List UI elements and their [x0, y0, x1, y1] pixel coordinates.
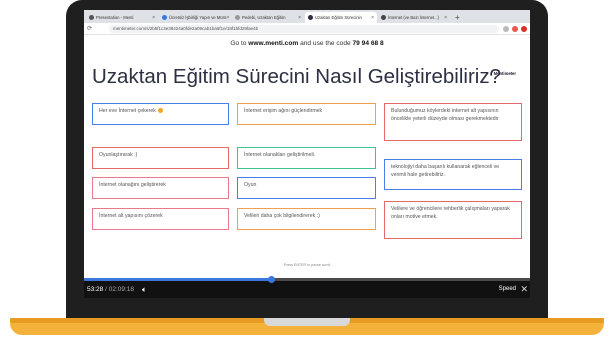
answer-card: Her eve İnternet çekerek — [92, 103, 229, 125]
answer-text: İnternet erişim ağını güçlendirmek — [244, 108, 323, 114]
extension-icon[interactable] — [512, 25, 518, 32]
speaker-icon[interactable]: 🔈︎ — [142, 285, 147, 295]
answer-card: Velilere ve öğrencilere rehberlik çalışm… — [384, 201, 522, 239]
tab-title: Pedebi, Uzaktan Eğitim — [242, 15, 286, 20]
browser-tab[interactable]: Pedebi, Uzaktan Eğitim × — [232, 12, 304, 23]
address-bar: ⟳ mentimeter.com/s/2b5f1c3e38424a0fde2a0… — [84, 23, 530, 35]
close-icon[interactable]: ✕ — [520, 284, 528, 295]
close-icon[interactable]: × — [444, 15, 447, 21]
close-icon[interactable]: × — [152, 15, 155, 21]
emoji-icon — [157, 108, 163, 114]
close-icon[interactable]: × — [226, 15, 229, 21]
answer-text: Oyunlaştırarak :) — [99, 152, 138, 158]
answer-card: Velileri daha çok bilgilendirerek :) — [237, 208, 376, 230]
answer-text: Velileri daha çok bilgilendirerek :) — [244, 213, 320, 219]
answer-card: İnternet erişim ağını güçlendirmek — [237, 103, 376, 125]
favicon-icon — [162, 15, 167, 20]
favicon-icon — [381, 15, 386, 20]
duration: 02:09:18 — [108, 286, 135, 293]
favicon-icon — [235, 15, 240, 20]
reload-icon[interactable]: ⟳ — [87, 25, 109, 32]
goto-site: www.menti.com — [248, 40, 299, 47]
video-progress-bar[interactable] — [84, 276, 530, 283]
browser-tab[interactable]: Presentation - Menti × — [86, 12, 158, 23]
tab-title: İnternet (ve Bazı İnternet...) — [388, 15, 439, 20]
answer-card: teknolojiyi daha başarılı kullanarak eğl… — [384, 159, 522, 190]
answer-text: İnternet olanağını geliştirerek — [99, 182, 166, 188]
browser-tab[interactable]: Ücretsiz İşbirliği Yapın ve Mürü × — [159, 12, 231, 23]
favicon-icon — [308, 15, 313, 20]
answer-card: Oyunlaştırarak :) — [92, 147, 229, 169]
progress-handle[interactable] — [268, 276, 276, 283]
extension-icon[interactable] — [521, 25, 527, 32]
new-tab-button[interactable]: + — [451, 12, 464, 23]
close-icon[interactable]: × — [298, 15, 301, 21]
browser-tab[interactable]: İnternet (ve Bazı İnternet...) × — [378, 12, 450, 23]
favicon-icon — [89, 15, 94, 20]
current-time: 53:28 — [87, 286, 104, 293]
time-display: 53:28 / 02:09:18 — [87, 286, 135, 293]
browser-tab-bar: Presentation - Menti × Ücretsiz İşbirliğ… — [84, 10, 530, 23]
laptop-screen: Presentation - Menti × Ücretsiz İşbirliğ… — [84, 10, 530, 298]
url-field[interactable]: mentimeter.com/s/2b5f1c3e38424a0fde2a09c… — [109, 24, 499, 33]
answer-card: Oyun — [237, 177, 376, 199]
answer-text: Velilere ve öğrencilere rehberlik çalışm… — [391, 206, 510, 220]
tab-title: Ücretsiz İşbirliği Yapın ve Mürü — [169, 15, 227, 20]
join-instructions: Go to www.menti.com and use the code 79 … — [84, 40, 530, 47]
tab-title: Presentation - Menti — [96, 15, 134, 20]
speed-button[interactable]: Speed — [499, 286, 516, 292]
star-icon[interactable] — [503, 25, 509, 32]
join-code: 79 94 68 8 — [352, 40, 384, 47]
close-icon[interactable]: × — [371, 15, 374, 21]
laptop-base — [10, 318, 604, 335]
goto-mid: and use the code — [298, 40, 353, 47]
answer-card: Bulunduğumuz köylerdeki internet alt yap… — [384, 103, 522, 141]
extension-icons — [503, 25, 527, 32]
answer-card: İnternet alt yapısını çözerek — [92, 208, 229, 230]
scroll-hint: Press ENTER to pause scroll — [283, 263, 331, 267]
answer-card: İnternet olanakları geliştirilmeli. — [237, 147, 376, 169]
answer-text: İnternet alt yapısını çözerek — [99, 213, 163, 219]
answer-text: Oyun — [244, 182, 257, 188]
answer-text: teknolojiyi daha başarılı kullanarak eğl… — [391, 164, 500, 178]
laptop-notch — [264, 318, 350, 326]
answer-text: Her eve İnternet çekerek — [99, 108, 156, 114]
answer-text: Bulunduğumuz köylerdeki internet alt yap… — [391, 108, 499, 122]
video-player-controls: 53:28 / 02:09:18 🔈︎ Speed ✕ — [84, 276, 530, 298]
goto-prefix: Go to — [230, 40, 249, 47]
tab-title: Uzaktan Eğitim Sürecinin — [315, 15, 362, 20]
slide-title: Uzaktan Eğitim Sürecini Nasıl Geliştireb… — [92, 65, 501, 88]
url-text: mentimeter.com/s/2b5f1c3e38424a0fde2a09c… — [113, 26, 259, 31]
browser-tab-active[interactable]: Uzaktan Eğitim Sürecinin × — [305, 12, 377, 23]
answer-card: İnternet olanağını geliştirerek — [92, 177, 229, 199]
answer-text: İnternet olanakları geliştirilmeli. — [244, 152, 316, 158]
progress-fill — [84, 278, 272, 281]
